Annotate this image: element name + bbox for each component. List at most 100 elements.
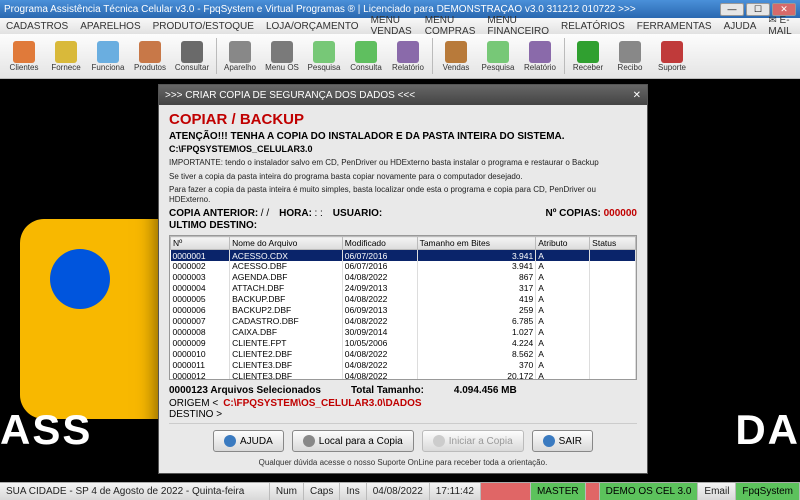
- main-area: ASS DA >>> CRIAR COPIA DE SEGURANÇA DOS …: [0, 79, 800, 482]
- status-date: 04/08/2022: [367, 483, 430, 500]
- toolbar-fornece[interactable]: Fornece: [46, 35, 86, 77]
- menu-ferramentas[interactable]: FERRAMENTAS: [637, 21, 712, 32]
- menu-aparelhos[interactable]: APARELHOS: [80, 21, 140, 32]
- status-bar: SUA CIDADE - SP 4 de Agosto de 2022 - Qu…: [0, 482, 800, 500]
- toolbar-menu os[interactable]: Menu OS: [262, 35, 302, 77]
- toolbar-recibo[interactable]: Recibo: [610, 35, 650, 77]
- consulta-icon: [355, 41, 377, 63]
- toolbar-pesquisa[interactable]: Pesquisa: [478, 35, 518, 77]
- toolbar-clientes[interactable]: Clientes: [4, 35, 44, 77]
- background-text-left: ASS: [0, 406, 92, 454]
- toolbar-relatório[interactable]: Relatório: [520, 35, 560, 77]
- pesquisa-icon: [487, 41, 509, 63]
- dialog-footer: Qualquer dúvida acesse o nosso Suporte O…: [169, 456, 637, 467]
- toolbar-funciona[interactable]: Funciona: [88, 35, 128, 77]
- toolbar-consulta[interactable]: Consulta: [346, 35, 386, 77]
- table-row[interactable]: 0000001ACESSO.CDX06/07/20163.941A: [171, 250, 636, 261]
- menu-vendas[interactable]: MENU VENDAS: [371, 15, 413, 37]
- status-num: Num: [270, 483, 304, 500]
- funciona-icon: [97, 41, 119, 63]
- receber-icon: [577, 41, 599, 63]
- table-row[interactable]: 0000009CLIENTE.FPT10/05/20064.224A: [171, 338, 636, 349]
- origem-row: ORIGEM < C:\FPQSYSTEM\OS_CELULAR3.0\DADO…: [169, 398, 637, 409]
- status-red: [481, 483, 531, 500]
- col-header[interactable]: Tamanho em Bites: [417, 237, 536, 250]
- table-row[interactable]: 0000006BACKUP2.DBF06/09/2013259A: [171, 305, 636, 316]
- menu-cadastros[interactable]: CADASTROS: [6, 21, 68, 32]
- toolbar-consultar[interactable]: Consultar: [172, 35, 212, 77]
- check-icon: [433, 435, 445, 447]
- row-copia: COPIA ANTERIOR: / / HORA: : : USUARIO: N…: [169, 208, 637, 219]
- dialog-info3: Para fazer a copia da pasta inteira é mu…: [169, 185, 637, 204]
- menu-ajuda[interactable]: AJUDA: [724, 21, 757, 32]
- table-row[interactable]: 0000011CLIENTE3.DBF04/08/2022370A: [171, 360, 636, 371]
- dialog-heading: COPIAR / BACKUP: [169, 111, 637, 128]
- table-row[interactable]: 0000003AGENDA.DBF04/08/2022867A: [171, 272, 636, 283]
- suporte-icon: [661, 41, 683, 63]
- status-email[interactable]: Email: [698, 483, 736, 500]
- close-button[interactable]: ✕: [772, 3, 796, 16]
- toolbar-relatório[interactable]: Relatório: [388, 35, 428, 77]
- dialog-button-bar: AJUDA Local para a Copia Iniciar a Copia…: [169, 423, 637, 456]
- window-title: Programa Assistência Técnica Celular v3.…: [4, 4, 718, 15]
- table-row[interactable]: 0000002ACESSO.DBF06/07/20163.941A: [171, 261, 636, 272]
- selected-count: 0000123 Arquivos Selecionados: [169, 385, 321, 396]
- consultar-icon: [181, 41, 203, 63]
- dialog-info2: Se tiver a copia da pasta inteira do pro…: [169, 172, 637, 182]
- toolbar-produtos[interactable]: Produtos: [130, 35, 170, 77]
- menu-email[interactable]: ✉ E-MAIL: [768, 15, 794, 37]
- minimize-button[interactable]: —: [720, 3, 744, 16]
- col-header[interactable]: Modificado: [342, 237, 417, 250]
- sair-button[interactable]: SAIR: [532, 430, 593, 452]
- menu-relatorios[interactable]: RELATÓRIOS: [561, 21, 625, 32]
- menu-loja[interactable]: LOJA/ORÇAMENTO: [266, 21, 359, 32]
- status-icon: [586, 483, 600, 500]
- local-button[interactable]: Local para a Copia: [292, 430, 414, 452]
- menu-financeiro[interactable]: MENU FINANCEIRO: [487, 15, 549, 37]
- vendas-icon: [445, 41, 467, 63]
- table-row[interactable]: 0000007CADASTRO.DBF04/08/20226.785A: [171, 316, 636, 327]
- status-city: SUA CIDADE - SP 4 de Agosto de 2022 - Qu…: [0, 483, 270, 500]
- ajuda-button[interactable]: AJUDA: [213, 430, 284, 452]
- maximize-button[interactable]: ☐: [746, 3, 770, 16]
- table-row[interactable]: 0000008CAIXA.DBF30/09/20141.027A: [171, 327, 636, 338]
- summary-row: 0000123 Arquivos Selecionados Total Tama…: [169, 383, 637, 398]
- dialog-info1: IMPORTANTE: tendo o instalador salvo em …: [169, 158, 637, 168]
- dialog-warning: ATENÇÃO!!! TENHA A COPIA DO INSTALADOR E…: [169, 131, 637, 142]
- table-row[interactable]: 0000012CLIENTE3.DBF04/08/202220.172A: [171, 371, 636, 380]
- pesquisa-icon: [313, 41, 335, 63]
- col-header[interactable]: Status: [590, 237, 636, 250]
- toolbar-pesquisa[interactable]: Pesquisa: [304, 35, 344, 77]
- menu-compras[interactable]: MENU COMPRAS: [425, 15, 476, 37]
- background-text-right: DA: [735, 406, 800, 454]
- table-row[interactable]: 0000010CLIENTE2.DBF04/08/20228.562A: [171, 349, 636, 360]
- main-toolbar: ClientesForneceFuncionaProdutosConsultar…: [0, 34, 800, 79]
- toolbar-vendas[interactable]: Vendas: [436, 35, 476, 77]
- backup-dialog: >>> CRIAR COPIA DE SEGURANÇA DOS DADOS <…: [158, 84, 648, 474]
- destino-row: DESTINO >: [169, 409, 637, 420]
- col-header[interactable]: Nome do Arquivo: [230, 237, 343, 250]
- aparelho-icon: [229, 41, 251, 63]
- relatório-icon: [397, 41, 419, 63]
- status-demo: DEMO OS CEL 3.0: [600, 483, 699, 500]
- table-row[interactable]: 0000004ATTACH.DBF24/09/2013317A: [171, 283, 636, 294]
- file-grid[interactable]: NºNome do ArquivoModificadoTamanho em Bi…: [169, 235, 637, 380]
- clientes-icon: [13, 41, 35, 63]
- status-ins: Ins: [340, 483, 366, 500]
- produtos-icon: [139, 41, 161, 63]
- total-size: 4.094.456 MB: [454, 385, 517, 396]
- dialog-titlebar: >>> CRIAR COPIA DE SEGURANÇA DOS DADOS <…: [159, 85, 647, 105]
- dialog-close-icon[interactable]: ✕: [633, 90, 641, 101]
- table-row[interactable]: 0000005BACKUP.DBF04/08/2022419A: [171, 294, 636, 305]
- col-header[interactable]: Nº: [171, 237, 230, 250]
- toolbar-receber[interactable]: Receber: [568, 35, 608, 77]
- relatório-icon: [529, 41, 551, 63]
- iniciar-button[interactable]: Iniciar a Copia: [422, 430, 524, 452]
- help-icon: [224, 435, 236, 447]
- toolbar-suporte[interactable]: Suporte: [652, 35, 692, 77]
- col-header[interactable]: Atributo: [536, 237, 590, 250]
- menu-produto[interactable]: PRODUTO/ESTOQUE: [153, 21, 254, 32]
- recibo-icon: [619, 41, 641, 63]
- toolbar-aparelho[interactable]: Aparelho: [220, 35, 260, 77]
- status-fpq[interactable]: FpqSystem: [736, 483, 800, 500]
